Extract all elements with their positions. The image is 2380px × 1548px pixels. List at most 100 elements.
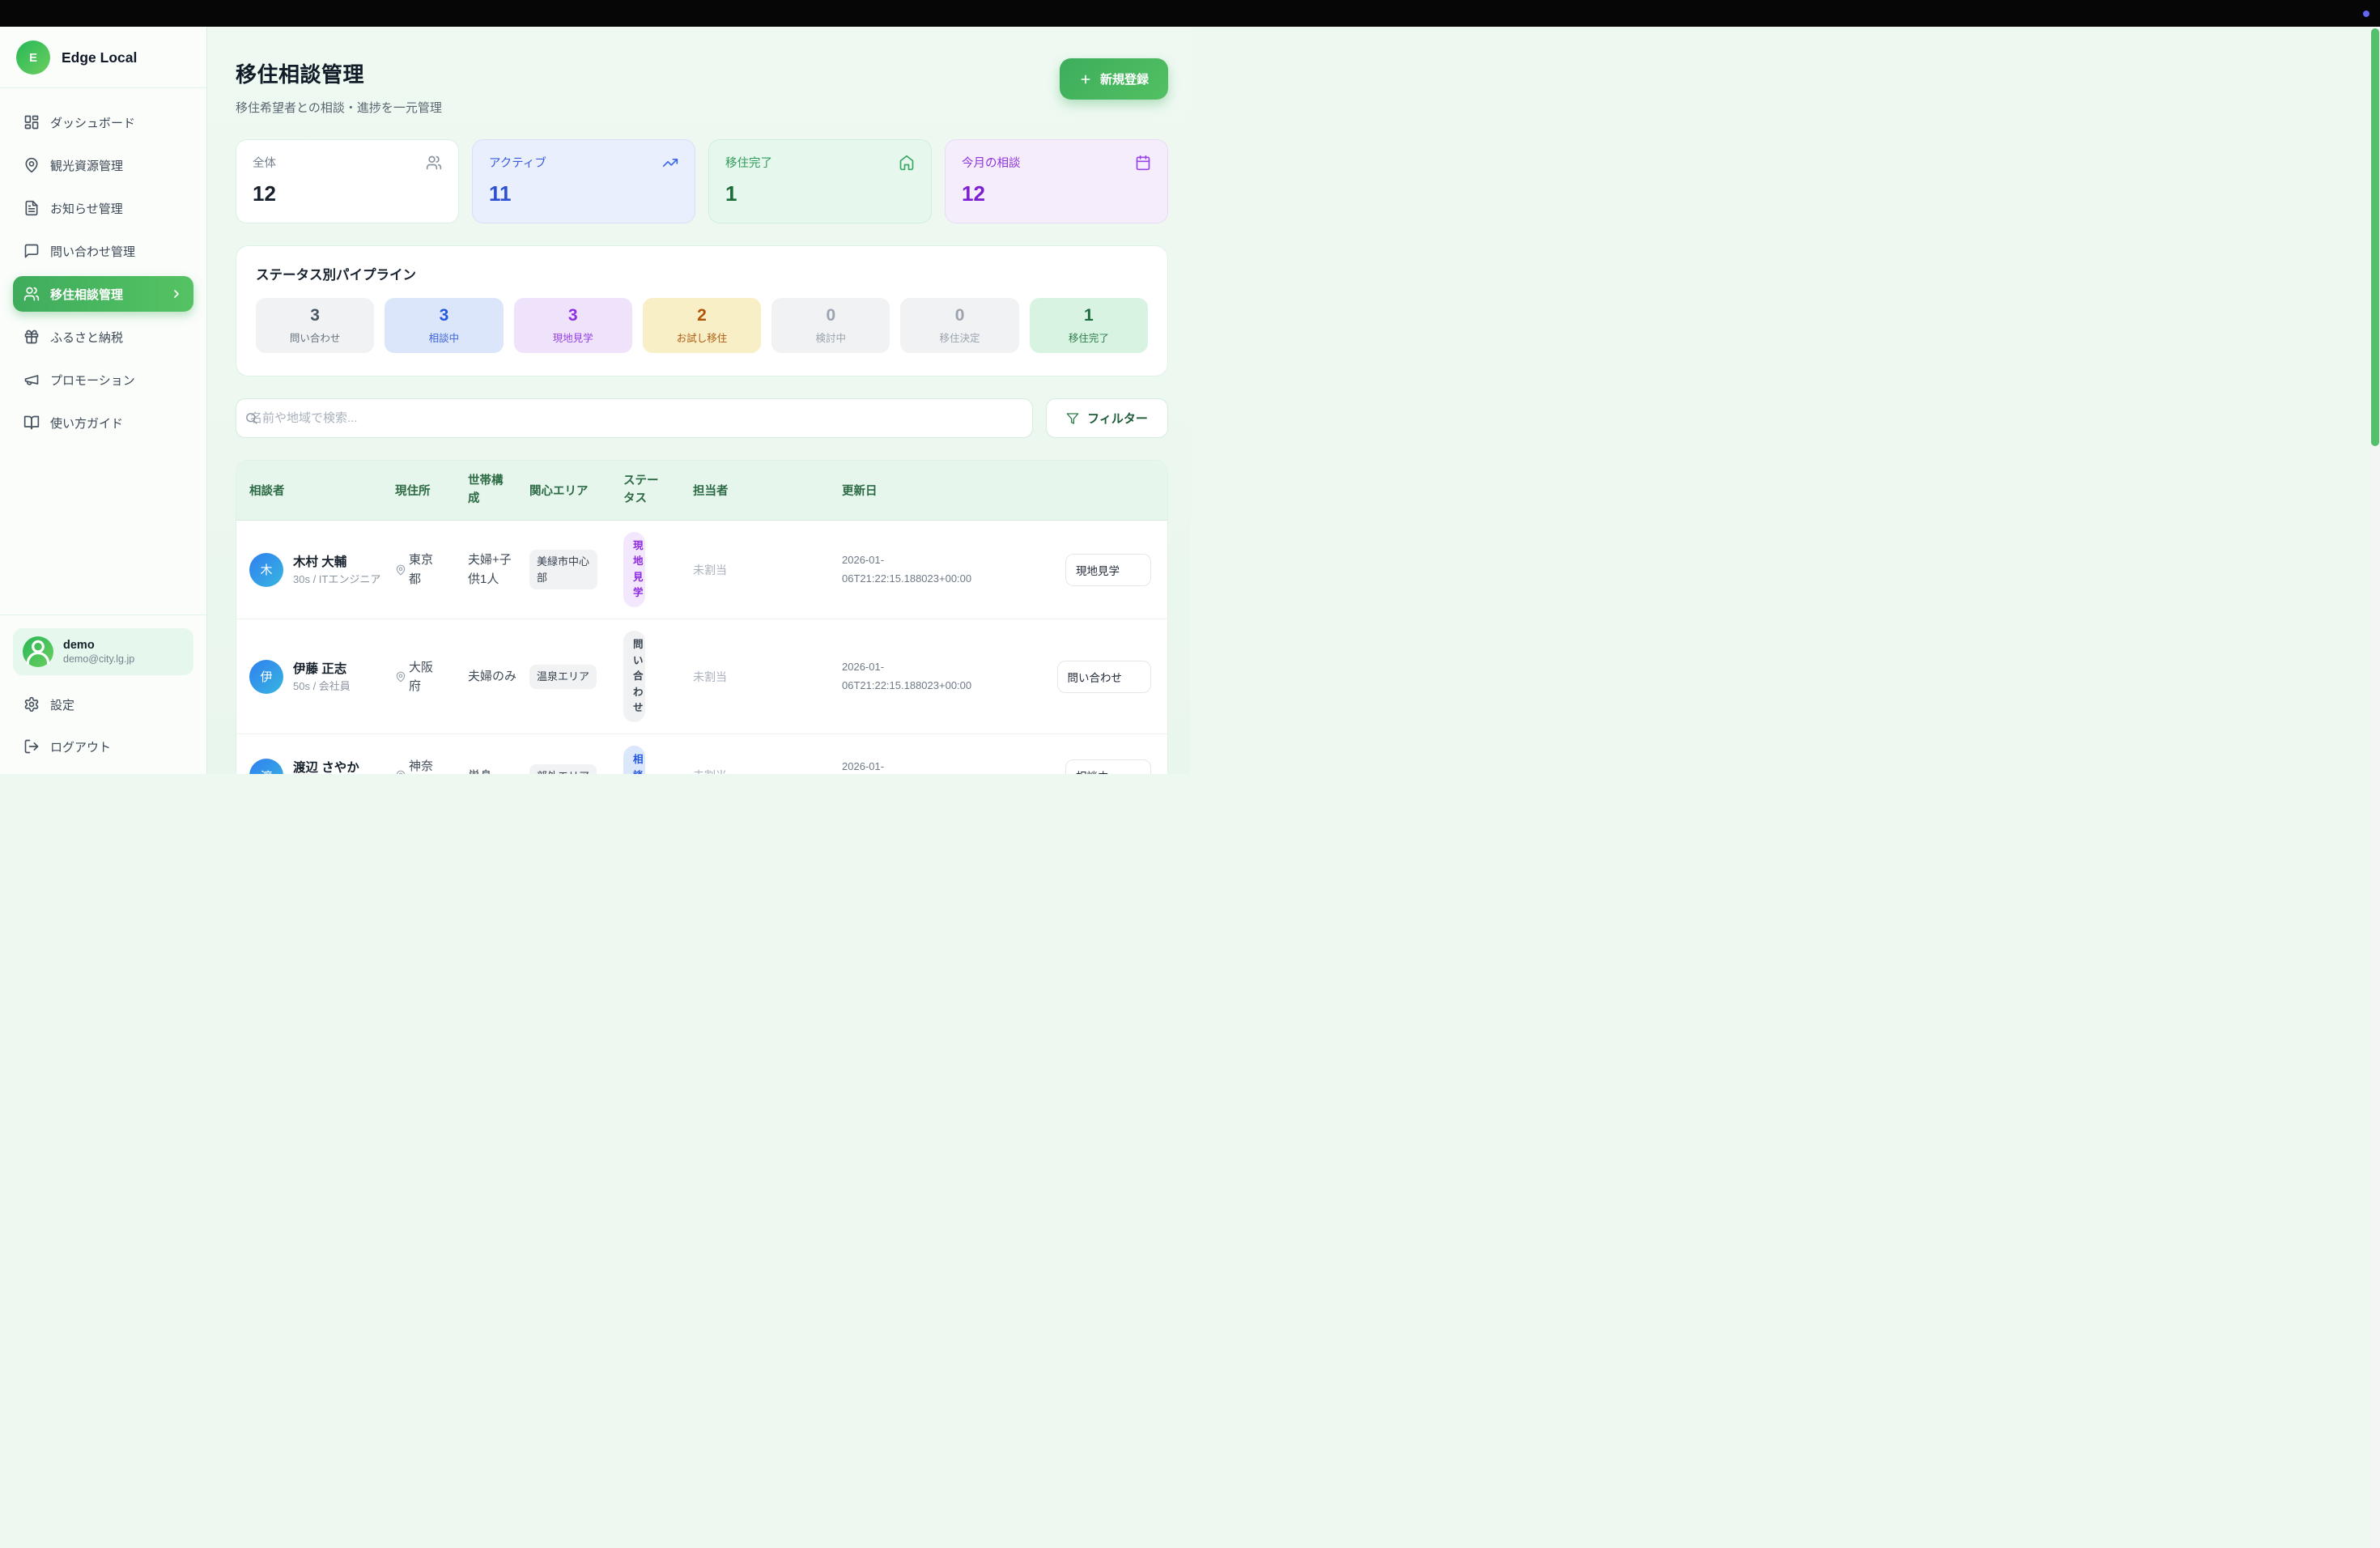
stage-label: 問い合わせ (290, 330, 341, 345)
updated-cell: 2026-01-06T21:22:15.188023+00:00 (842, 551, 988, 589)
search-input[interactable] (236, 398, 1033, 438)
pipeline-card: ステータス別パイプライン 3 問い合わせ 3 相談中 3 現地見学 2 お試し移… (236, 245, 1168, 376)
column-header: ステータス (623, 472, 693, 508)
sidebar-item-1[interactable]: 観光資源管理 (13, 147, 193, 183)
stage-label: お試し移住 (677, 330, 728, 345)
status-badge: 相談中 (623, 746, 645, 774)
megaphone-icon (23, 372, 40, 388)
updated-cell: 2026-01-06T21:22:15.188023+00:00 (842, 658, 988, 695)
table-row-2: 渡 渡辺 さやか 40s / デザイナー 神奈川県 単身 郊外エリア 相談中 未… (236, 734, 1167, 774)
stat-label: 今月の相談 (962, 154, 1021, 171)
log-out-icon (23, 738, 40, 755)
stage-count: 3 (440, 306, 449, 325)
pipeline-stages: 3 問い合わせ 3 相談中 3 現地見学 2 お試し移住 0 検討中 0 移住決… (256, 298, 1148, 353)
scrollbar-thumb[interactable] (2371, 28, 2379, 446)
status-select[interactable]: 現地見学 (1065, 554, 1151, 586)
sidebar-item-7[interactable]: 使い方ガイド (13, 405, 193, 440)
sidebar-item-4[interactable]: 移住相談管理 (13, 276, 193, 312)
stat-card-2: 移住完了 1 (708, 139, 932, 223)
pipeline-stage-2: 3 現地見学 (514, 298, 632, 353)
stage-count: 3 (310, 306, 320, 325)
consultant-meta: 50s / 会社員 (293, 679, 351, 695)
sidebar-item-3[interactable]: 問い合わせ管理 (13, 233, 193, 269)
sidebar-footer-item-1[interactable]: ログアウト (13, 730, 193, 763)
stage-count: 0 (955, 306, 965, 325)
stage-label: 現地見学 (553, 330, 593, 345)
household-cell: 夫婦のみ (468, 667, 516, 686)
consultant-name: 渡辺 さやか (293, 758, 372, 774)
area-cell: 美緑市中心部 (529, 550, 623, 589)
pipeline-title: ステータス別パイプライン (256, 264, 1148, 283)
calendar-icon (1135, 155, 1151, 171)
sidebar-nav: ダッシュボード 観光資源管理 お知らせ管理 問い合わせ管理 移住相談管理 ふるさ… (0, 88, 206, 449)
pipeline-stage-4: 0 検討中 (771, 298, 890, 353)
stat-card-1: アクティブ 11 (472, 139, 695, 223)
scrollbar[interactable] (2370, 27, 2380, 1548)
updated-cell: 2026-01-06T21:22:15.188023+00:00 (842, 758, 988, 774)
search-box (236, 398, 1033, 438)
status-cell: 現地見学 (623, 532, 693, 608)
stage-label: 検討中 (816, 330, 847, 345)
avatar: 木 (249, 553, 283, 587)
consultant-name: 木村 大輔 (293, 552, 380, 570)
filter-button[interactable]: フィルター (1046, 398, 1168, 438)
dashboard-icon (23, 114, 40, 130)
stage-count: 1 (1084, 306, 1094, 325)
address-text: 東京都 (409, 551, 436, 589)
avatar: 渡 (249, 759, 283, 774)
search-row: フィルター (236, 398, 1168, 438)
status-select-value: 相談中 (1076, 768, 1109, 774)
main-content: 移住相談管理 移住希望者との相談・進捗を一元管理 新規登録 全体 12 アクティ… (207, 27, 1190, 774)
stat-card-0: 全体 12 (236, 139, 459, 223)
status-select-value: 問い合わせ (1068, 669, 1123, 685)
area-chip: 温泉エリア (529, 665, 597, 689)
status-select[interactable]: 問い合わせ (1057, 661, 1152, 693)
app-frame: E Edge Local ダッシュボード 観光資源管理 お知らせ管理 問い合わせ… (0, 0, 1190, 774)
home-icon (899, 155, 915, 171)
page-title: 移住相談管理 (236, 58, 442, 88)
filter-label: フィルター (1087, 410, 1148, 427)
filter-icon (1066, 412, 1079, 425)
stage-label: 移住決定 (940, 330, 980, 345)
address-cell: 東京都 (395, 551, 468, 589)
sidebar-item-2[interactable]: お知らせ管理 (13, 190, 193, 226)
consultant-cell: 渡 渡辺 さやか 40s / デザイナー (249, 758, 395, 774)
status-select[interactable]: 相談中 (1065, 759, 1151, 774)
status-badge: 現地見学 (623, 532, 645, 608)
message-square-icon (23, 243, 40, 259)
actions-cell: 相談中 (996, 759, 1151, 774)
user-icon (23, 636, 53, 667)
sidebar-item-6[interactable]: プロモーション (13, 362, 193, 398)
map-pin-icon (395, 564, 406, 576)
household-cell: 単身 (468, 767, 516, 774)
user-card[interactable]: demo demo@city.lg.jp (13, 628, 193, 675)
plus-icon (1079, 73, 1092, 86)
sidebar-item-0[interactable]: ダッシュボード (13, 104, 193, 140)
area-chip: 郊外エリア (529, 764, 597, 774)
map-pin-icon (395, 770, 406, 774)
assignee-cell: 未割当 (693, 562, 842, 578)
stat-cards: 全体 12 アクティブ 11 移住完了 1 今月の相談 12 (236, 139, 1168, 223)
chevron-right-icon (170, 287, 183, 300)
column-header: 担当者 (693, 482, 842, 499)
new-registration-button[interactable]: 新規登録 (1060, 58, 1168, 100)
table-row-0: 木 木村 大輔 30s / ITエンジニア 東京都 夫婦+子供1人 美緑市中心部… (236, 521, 1167, 619)
sidebar-item-5[interactable]: ふるさと納税 (13, 319, 193, 355)
stat-label: アクティブ (489, 154, 546, 171)
pipeline-stage-1: 3 相談中 (385, 298, 503, 353)
logo-avatar: E (16, 40, 50, 74)
column-header: 相談者 (249, 482, 395, 499)
sidebar-footer-nav: 設定 ログアウト (13, 688, 193, 763)
app-title: Edge Local (62, 49, 137, 66)
status-select-value: 現地見学 (1076, 562, 1120, 578)
stat-label: 全体 (253, 154, 276, 171)
column-header: 更新日 (842, 482, 996, 499)
stat-value: 1 (725, 181, 915, 206)
address-text: 大阪府 (409, 658, 436, 696)
consultant-meta: 30s / ITエンジニア (293, 572, 380, 588)
sidebar: E Edge Local ダッシュボード 観光資源管理 お知らせ管理 問い合わせ… (0, 27, 207, 774)
file-text-icon (23, 200, 40, 216)
sidebar-footer-item-0[interactable]: 設定 (13, 688, 193, 721)
map-pin-icon (395, 671, 406, 683)
pipeline-stage-0: 3 問い合わせ (256, 298, 374, 353)
